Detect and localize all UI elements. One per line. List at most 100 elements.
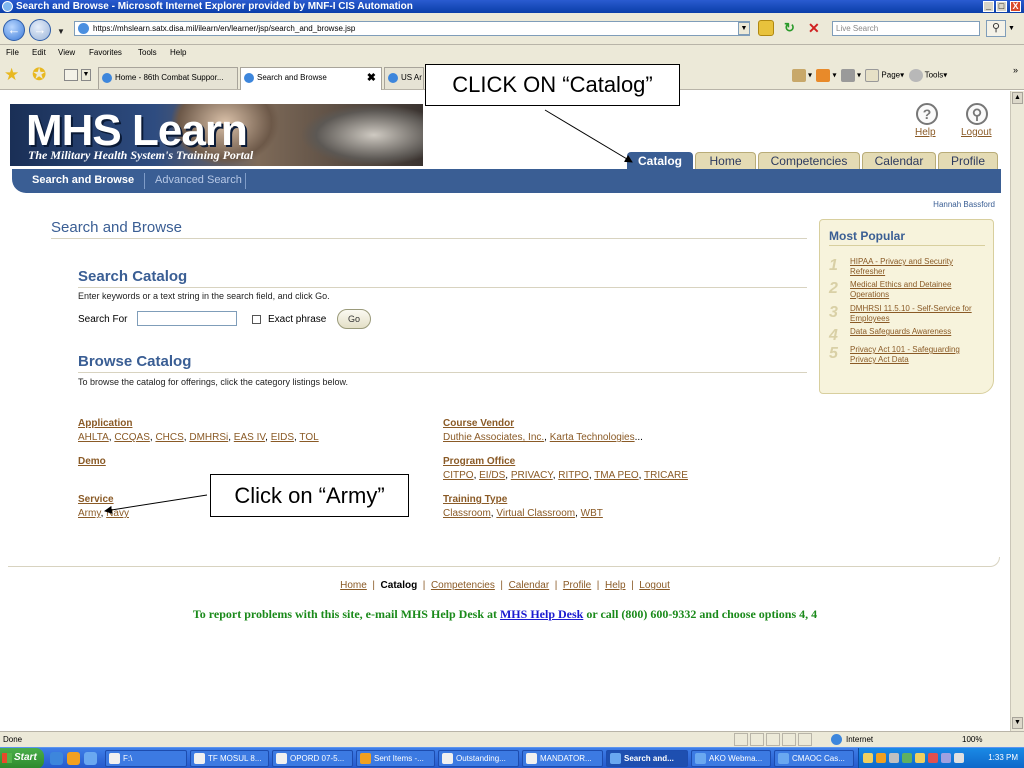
tab-calendar[interactable]: Calendar <box>862 152 936 169</box>
feeds-icon[interactable] <box>816 69 831 82</box>
search-for-input[interactable] <box>137 311 237 326</box>
print-icon[interactable] <box>840 69 855 82</box>
link-eids[interactable]: EIDS <box>271 432 294 443</box>
tab-catalog[interactable]: Catalog <box>627 152 693 169</box>
link-ei-ds[interactable]: EI/DS <box>479 470 505 481</box>
footer-calendar[interactable]: Calendar <box>509 580 550 591</box>
link-tol[interactable]: TOL <box>299 432 318 443</box>
tray-icon[interactable] <box>889 753 899 763</box>
tab-home[interactable]: Home <box>695 152 756 169</box>
back-button[interactable]: ← <box>3 19 25 41</box>
logout-link[interactable]: Logout <box>961 127 992 138</box>
taskbar-item[interactable]: TF MOSUL 8... <box>190 750 269 767</box>
popular-link[interactable]: Data Safeguards Awareness <box>850 327 990 337</box>
footer-help[interactable]: Help <box>605 580 626 591</box>
link-karta-technologies[interactable]: Karta Technologies <box>550 432 635 443</box>
taskbar-item[interactable]: Sent Items -... <box>356 750 435 767</box>
category-training-type[interactable]: Training Type <box>443 494 507 505</box>
forward-button[interactable]: → <box>29 19 51 41</box>
scroll-down-icon[interactable]: ▼ <box>1012 717 1023 729</box>
chevron-right-icon[interactable]: » <box>1013 65 1018 75</box>
desktop-quicklaunch-icon[interactable] <box>84 752 97 765</box>
tab-us-army[interactable]: US Ar <box>384 67 424 89</box>
vertical-scrollbar[interactable]: ▲ ▼ <box>1010 91 1024 731</box>
link-chcs[interactable]: CHCS <box>155 432 183 443</box>
ie-quicklaunch-icon[interactable] <box>50 752 63 765</box>
category-application[interactable]: Application <box>78 418 132 429</box>
search-icon[interactable]: ⚲ <box>986 20 1006 37</box>
footer-logout[interactable]: Logout <box>639 580 670 591</box>
tray-icon[interactable] <box>902 753 912 763</box>
taskbar-item[interactable]: CMAOC Cas... <box>774 750 854 767</box>
tab-home-86th[interactable]: Home - 86th Combat Suppor... <box>98 67 238 89</box>
add-favorite-icon[interactable]: ✪ <box>32 66 46 83</box>
menu-file[interactable]: File <box>6 48 19 57</box>
refresh-icon[interactable]: ↻ <box>784 20 804 36</box>
home-icon[interactable] <box>792 69 806 82</box>
taskbar-item[interactable]: MANDATOR... <box>522 750 603 767</box>
link-ahlta[interactable]: AHLTA <box>78 432 109 443</box>
link-privacy[interactable]: PRIVACY <box>511 470 553 481</box>
menu-favorites[interactable]: Favorites <box>89 48 122 57</box>
taskbar-item[interactable]: F:\ <box>105 750 187 767</box>
menu-view[interactable]: View <box>58 48 75 57</box>
tab-competencies[interactable]: Competencies <box>758 152 860 169</box>
taskbar-item[interactable]: AKO Webma... <box>691 750 771 767</box>
link-tma-peo[interactable]: TMA PEO <box>594 470 638 481</box>
stop-icon[interactable]: ✕ <box>808 20 824 36</box>
url-dropdown-icon[interactable]: ▼ <box>738 22 750 35</box>
close-tab-icon[interactable]: ✖ <box>367 68 376 88</box>
help-link[interactable]: Help <box>915 127 936 138</box>
menu-help[interactable]: Help <box>170 48 186 57</box>
link-ccqas[interactable]: CCQAS <box>114 432 150 443</box>
exact-phrase-checkbox[interactable] <box>252 315 261 324</box>
subnav-advanced-search[interactable]: Advanced Search <box>155 174 242 186</box>
maximize-button[interactable]: □ <box>996 1 1007 12</box>
outlook-quicklaunch-icon[interactable] <box>67 752 80 765</box>
go-button[interactable]: Go <box>337 309 371 329</box>
link-citpo[interactable]: CITPO <box>443 470 474 481</box>
link-dmhrsi[interactable]: DMHRSi <box>189 432 228 443</box>
category-service[interactable]: Service <box>78 494 114 505</box>
popular-link[interactable]: DMHRSI 11.5.10 - Self-Service for Employe… <box>850 304 990 324</box>
start-button[interactable]: Start <box>0 748 44 768</box>
link-duthie-associates[interactable]: Duthie Associates, Inc. <box>443 432 544 443</box>
footer-home[interactable]: Home <box>340 580 367 591</box>
popular-link[interactable]: HIPAA - Privacy and Security Refresher <box>850 257 990 277</box>
taskbar-item-active[interactable]: Search and... <box>606 750 688 767</box>
category-course-vendor[interactable]: Course Vendor <box>443 418 514 429</box>
logout-icon[interactable]: ⚲ <box>966 103 988 125</box>
taskbar-item[interactable]: OPORD 07-5... <box>272 750 353 767</box>
tray-icon[interactable] <box>928 753 938 763</box>
link-classroom[interactable]: Classroom <box>443 508 491 519</box>
help-icon[interactable]: ? <box>916 103 938 125</box>
tab-profile[interactable]: Profile <box>938 152 998 169</box>
menu-edit[interactable]: Edit <box>32 48 46 57</box>
tray-icon[interactable] <box>941 753 951 763</box>
category-demo[interactable]: Demo <box>78 456 106 467</box>
link-ritpo[interactable]: RITPO <box>558 470 589 481</box>
footer-profile[interactable]: Profile <box>563 580 591 591</box>
link-tricare[interactable]: TRICARE <box>644 470 688 481</box>
link-navy[interactable]: Navy <box>106 508 129 519</box>
quick-tabs-icon[interactable] <box>64 69 78 81</box>
footer-competencies[interactable]: Competencies <box>431 580 495 591</box>
link-army[interactable]: Army <box>78 508 101 519</box>
tray-icon[interactable] <box>876 753 886 763</box>
menu-tools[interactable]: Tools <box>138 48 157 57</box>
tab-search-and-browse[interactable]: Search and Browse ✖ <box>240 67 382 90</box>
network-icon[interactable] <box>954 753 964 763</box>
scroll-up-icon[interactable]: ▲ <box>1012 92 1023 104</box>
search-dropdown-icon[interactable]: ▼ <box>1008 25 1015 32</box>
link-eas-iv[interactable]: EAS IV <box>234 432 265 443</box>
taskbar-item[interactable]: Outstanding... <box>438 750 519 767</box>
favorites-star-icon[interactable]: ★ <box>4 66 19 83</box>
popular-link[interactable]: Privacy Act 101 - Safeguarding Privacy Ac… <box>850 345 990 365</box>
live-search-input[interactable]: Live Search <box>832 21 980 36</box>
url-field[interactable]: https://mhslearn.satx.disa.mil/ilearn/en… <box>74 21 750 36</box>
tab-list-dropdown-icon[interactable]: ▼ <box>81 69 91 81</box>
history-dropdown-icon[interactable]: ▼ <box>57 27 65 36</box>
tray-icon[interactable] <box>915 753 925 763</box>
tray-icon[interactable] <box>863 753 873 763</box>
minimize-button[interactable]: _ <box>983 1 994 12</box>
